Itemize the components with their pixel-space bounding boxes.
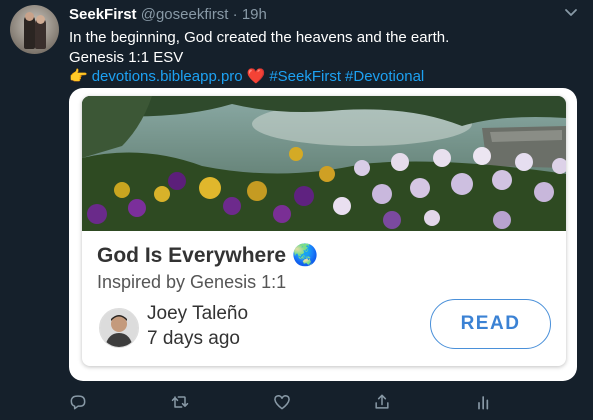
tweet-line-3: 👉 devotions.bibleapp.pro ❤️ #SeekFirst #…: [69, 67, 449, 87]
link-preview-card[interactable]: God Is Everywhere 🌏 Inspired by Genesis …: [69, 88, 577, 381]
author-time: 7 days ago: [147, 328, 240, 349]
analytics-icon[interactable]: [472, 390, 496, 414]
globe-emoji: 🌏: [291, 244, 319, 267]
hashtag-devotional[interactable]: #Devotional: [345, 67, 424, 87]
tweet-line-2: Genesis 1:1 ESV: [69, 48, 184, 66]
profile-avatar[interactable]: [10, 5, 59, 54]
timestamp[interactable]: 19h: [242, 6, 267, 23]
author-name: Joey Taleño: [147, 303, 249, 324]
heart-emoji: ❤️: [246, 68, 266, 85]
chevron-down-icon[interactable]: [563, 6, 579, 20]
tweet-actions: [0, 390, 593, 414]
tweet-line-1: In the beginning, God created the heaven…: [69, 29, 450, 46]
card-image: [82, 96, 566, 231]
devotions-link[interactable]: devotions.bibleapp.pro: [92, 67, 243, 87]
pointing-hand-emoji: 👉: [69, 68, 88, 85]
avatar-figure-head: [25, 12, 34, 21]
hashtag-seekfirst[interactable]: #SeekFirst: [269, 67, 341, 87]
author-avatar: [99, 308, 139, 348]
card-title[interactable]: God Is Everywhere 🌏: [97, 244, 318, 268]
avatar-figure-head: [36, 15, 45, 24]
like-icon[interactable]: [270, 390, 294, 414]
retweet-icon[interactable]: [168, 390, 192, 414]
read-button[interactable]: READ: [430, 299, 551, 349]
user-handle[interactable]: @goseekfirst: [141, 6, 229, 23]
display-name[interactable]: SeekFirst: [69, 6, 137, 23]
tweet-header: SeekFirst @goseekfirst · 19h: [69, 6, 267, 24]
card-title-text: God Is Everywhere: [97, 244, 287, 267]
tweet-text: In the beginning, God created the heaven…: [69, 28, 449, 87]
share-icon[interactable]: [370, 390, 394, 414]
devotional-card: God Is Everywhere 🌏 Inspired by Genesis …: [82, 96, 566, 366]
reply-icon[interactable]: [66, 390, 90, 414]
card-subtitle: Inspired by Genesis 1:1: [97, 272, 287, 292]
separator-dot: ·: [232, 6, 238, 23]
